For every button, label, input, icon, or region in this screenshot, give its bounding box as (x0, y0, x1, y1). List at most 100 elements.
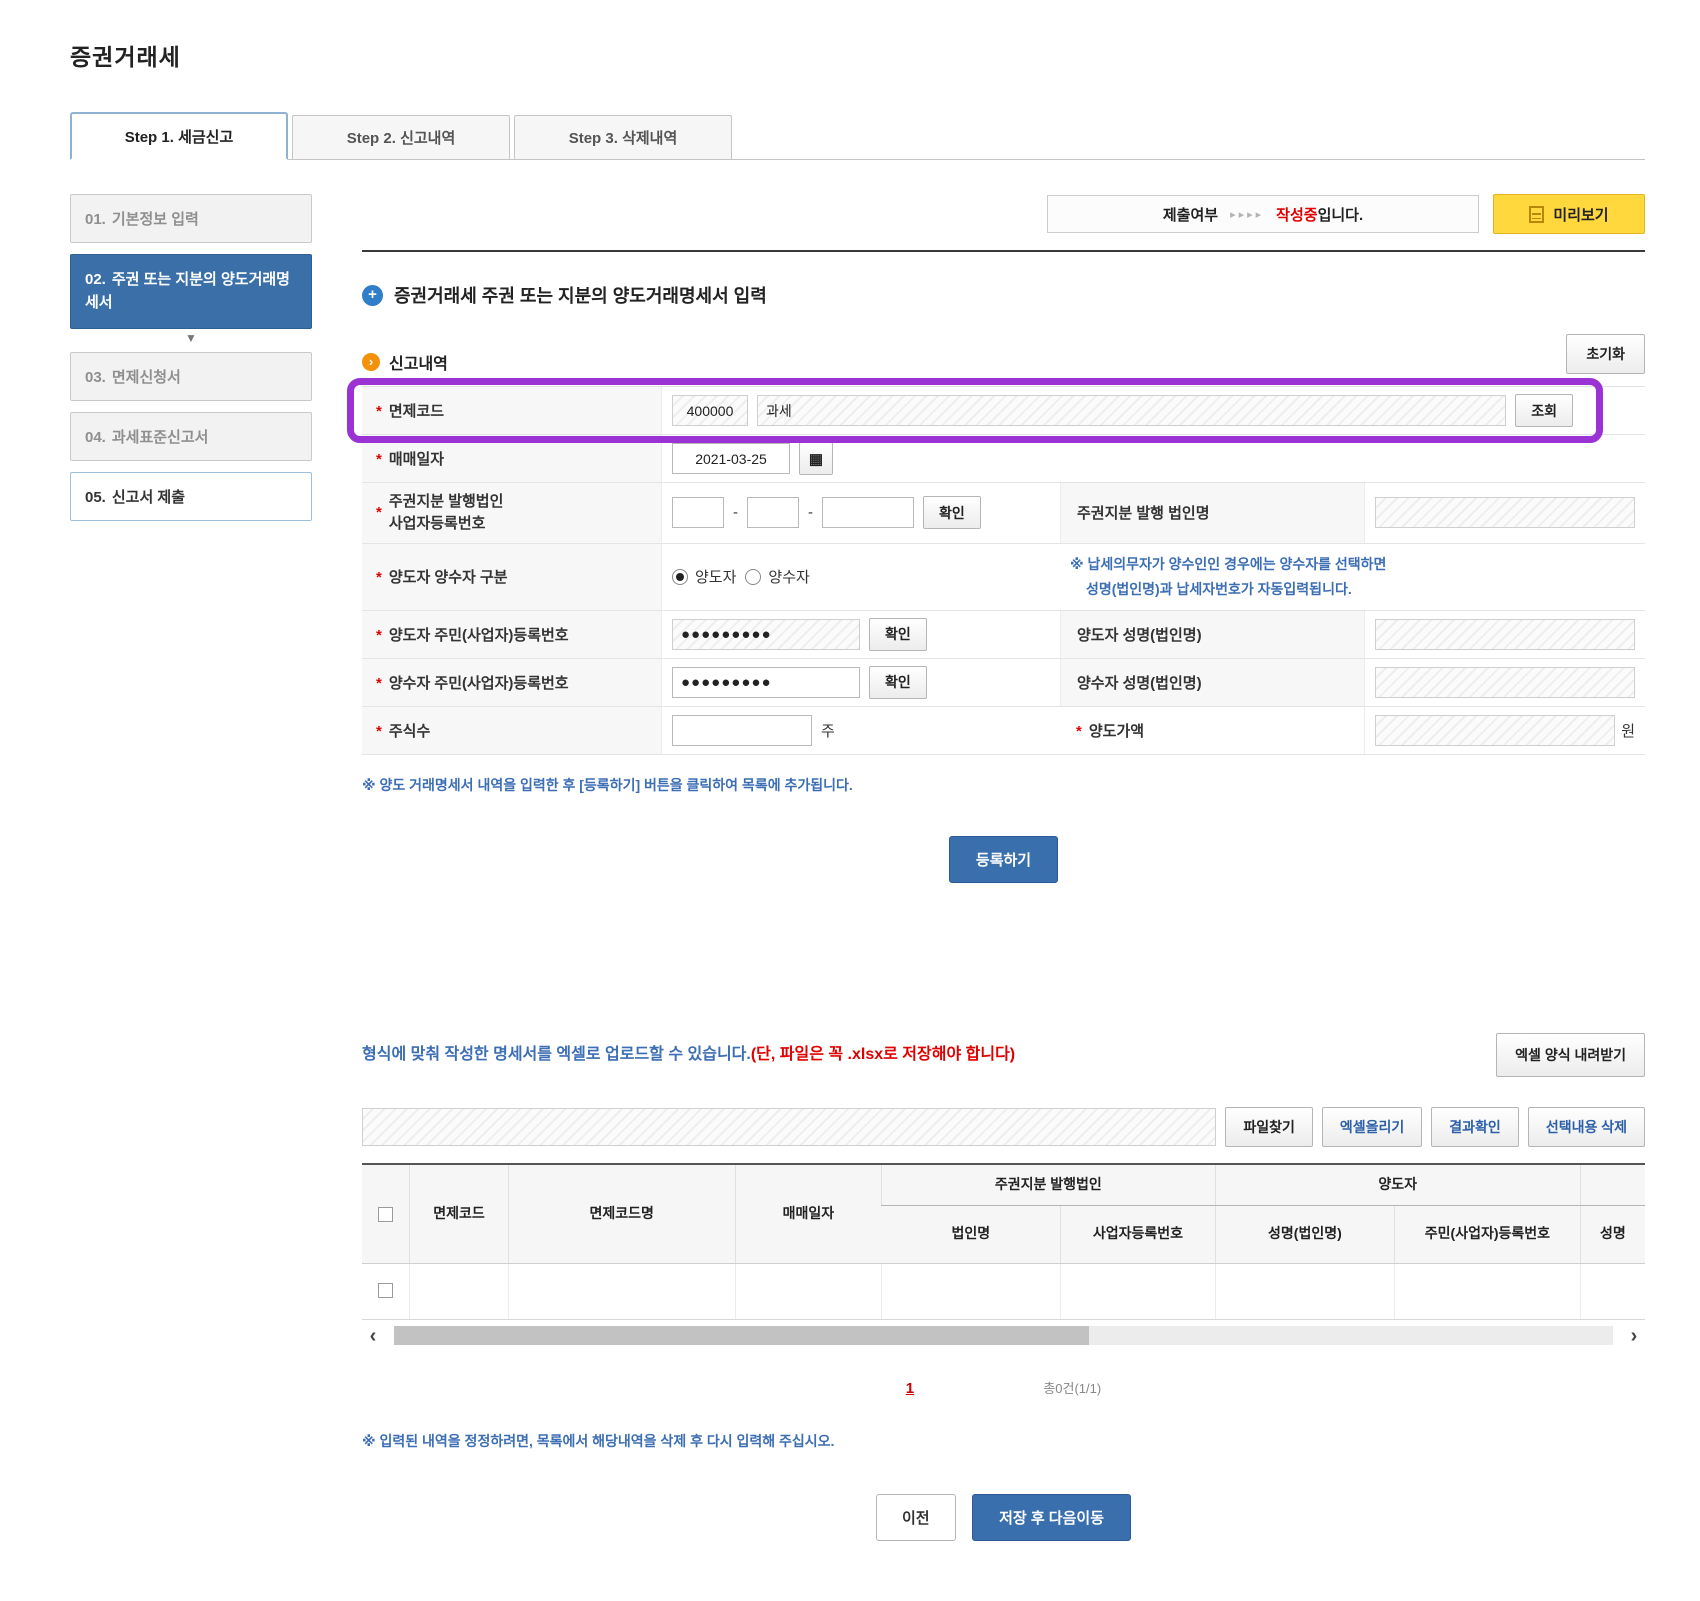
col-bizno: 사업자등록번호 (1061, 1205, 1215, 1263)
chevron-down-icon: ▼ (70, 331, 312, 345)
scroll-right-icon[interactable]: › (1623, 1326, 1645, 1346)
party-type-note: ※ 납세의무자가 양수인인 경우에는 양수자를 선택하면 성명(법인명)과 납세… (1070, 552, 1386, 602)
transfer-price-label: 양도가액 (1076, 720, 1144, 741)
transferee-name-input[interactable] (1375, 667, 1635, 698)
transferor-regno-label: 양도자 주민(사업자)등록번호 (376, 624, 569, 645)
section-title: 증권거래세 주권 또는 지분의 양도거래명세서 입력 (362, 282, 1645, 308)
trade-date-row: 매매일자 ▦ (362, 435, 1645, 483)
trade-date-label: 매매일자 (376, 448, 444, 469)
sidebar-item-label: 주권 또는 지분의 양도거래명세서 (85, 271, 290, 311)
register-note: ※ 양도 거래명세서 내역을 입력한 후 [등록하기] 버튼을 클릭하여 목록에… (362, 773, 1645, 798)
transferor-regno-input[interactable] (672, 619, 860, 650)
file-path-input[interactable] (362, 1108, 1216, 1146)
excel-note: 형식에 맞춰 작성한 명세서를 엑셀로 업로드할 수 있습니다.(단, 파일은 … (362, 1044, 1015, 1066)
col-transferor-regno: 주민(사업자)등록번호 (1395, 1205, 1581, 1263)
transferee-regno-input[interactable] (672, 667, 860, 698)
sidebar-item-exemption[interactable]: 03.면제신청서 (70, 352, 312, 401)
sidebar-item-submit[interactable]: 05.신고서 제출 (70, 472, 312, 521)
radio-selected-icon (672, 569, 688, 585)
pagination: 1 총0건(1/1) (362, 1378, 1645, 1397)
col-name-cutoff: 성명 (1580, 1205, 1645, 1263)
sidebar-item-label: 신고서 제출 (112, 489, 185, 506)
issuer-name-input[interactable] (1375, 497, 1635, 528)
transferee-regno-row: 양수자 주민(사업자)등록번호 확인 양수자 성명(법인명) (362, 659, 1645, 707)
document-icon (1529, 206, 1544, 223)
register-button[interactable]: 등록하기 (949, 836, 1058, 883)
transfer-price-input[interactable] (1375, 715, 1615, 746)
sidebar-item-tax-base[interactable]: 04.과세표준신고서 (70, 412, 312, 461)
statement-table: 면제코드 면제코드명 매매일자 주권지분 발행법인 양도자 법인명 사업자등록번… (362, 1163, 1645, 1320)
arrow-circle-icon (362, 353, 380, 371)
exempt-code-search-button[interactable]: 조회 (1515, 394, 1573, 427)
scroll-left-icon[interactable]: ‹ (362, 1326, 384, 1346)
issuer-bizno-part1-input[interactable] (672, 497, 724, 528)
exempt-code-name-input[interactable] (757, 395, 1506, 426)
tab-step3[interactable]: Step 3. 삭제내역 (514, 115, 732, 159)
sidebar-item-transfer-statement[interactable]: 02.주권 또는 지분의 양도거래명세서 (70, 254, 312, 329)
scrollbar-track[interactable] (394, 1326, 1613, 1345)
submit-status-value: 작성중입니다. (1276, 204, 1363, 225)
reset-button[interactable]: 초기화 (1566, 334, 1645, 374)
submit-status-label: 제출여부 (1163, 204, 1218, 225)
price-unit: 원 (1621, 720, 1635, 741)
sidebar-item-label: 면제신청서 (112, 369, 181, 386)
transferee-regno-label: 양수자 주민(사업자)등록번호 (376, 672, 569, 693)
submit-status-box: 제출여부 ▸▸▸▸ 작성중입니다. (1047, 195, 1479, 233)
scrollbar-thumb[interactable] (394, 1326, 1089, 1345)
issuer-name-label: 주권지분 발행 법인명 (1077, 502, 1210, 523)
excel-template-download-button[interactable]: 엑셀 양식 내려받기 (1496, 1033, 1645, 1077)
excel-upload-button[interactable]: 엑셀올리기 (1322, 1107, 1422, 1147)
page-number[interactable]: 1 (906, 1380, 914, 1397)
exempt-code-row: 면제코드 조회 (362, 387, 1645, 435)
share-count-label: 주식수 (376, 720, 430, 741)
exempt-code-input[interactable] (672, 395, 748, 426)
calendar-icon[interactable]: ▦ (799, 442, 833, 475)
issuer-bizno-part3-input[interactable] (822, 497, 914, 528)
exempt-code-label: 면제코드 (376, 400, 444, 421)
plus-circle-icon (362, 285, 383, 306)
party-type-row: 양도자 양수자 구분 양도자 양수자 ※ 납세의무자가 양수 (362, 544, 1645, 611)
row-checkbox[interactable] (378, 1283, 393, 1298)
transferor-regno-confirm-button[interactable]: 확인 (869, 618, 927, 651)
share-unit: 주 (821, 720, 835, 741)
share-count-input[interactable] (672, 715, 812, 746)
tab-step1[interactable]: Step 1. 세금신고 (70, 112, 288, 160)
save-and-next-button[interactable]: 저장 후 다음이동 (972, 1494, 1131, 1541)
issuer-bizno-row: 주권지분 발행법인 사업자등록번호 - - 확인 주권지분 발행 법인명 (362, 483, 1645, 544)
sidebar-item-label: 과세표준신고서 (112, 429, 209, 446)
step-tabs: Step 1. 세금신고 Step 2. 신고내역 Step 3. 삭제내역 (70, 112, 1645, 160)
tab-step2[interactable]: Step 2. 신고내역 (292, 115, 510, 159)
col-corp-name: 법인명 (881, 1205, 1060, 1263)
col-transferor-name: 성명(법인명) (1215, 1205, 1394, 1263)
transferor-radio[interactable]: 양도자 (672, 566, 736, 587)
trade-date-input[interactable] (672, 443, 790, 474)
transferee-radio[interactable]: 양수자 (745, 566, 809, 587)
file-find-button[interactable]: 파일찾기 (1225, 1107, 1313, 1147)
page: 증권거래세 Step 1. 세금신고 Step 2. 신고내역 Step 3. … (0, 0, 1700, 1601)
previous-button[interactable]: 이전 (876, 1494, 956, 1541)
issuer-bizno-confirm-button[interactable]: 확인 (923, 496, 981, 529)
transferee-regno-confirm-button[interactable]: 확인 (869, 666, 927, 699)
transferor-regno-row: 양도자 주민(사업자)등록번호 확인 양도자 성명(법인명) (362, 611, 1645, 659)
declaration-form: 면제코드 조회 매매일자 ▦ (362, 386, 1645, 755)
transferor-name-label: 양도자 성명(법인명) (1077, 624, 1202, 645)
table-row (362, 1263, 1645, 1319)
issuer-bizno-label (376, 504, 389, 521)
transferor-name-input[interactable] (1375, 619, 1635, 650)
sidebar: 01.기본정보 입력 02.주권 또는 지분의 양도거래명세서 ▼ 03.면제신… (70, 194, 312, 1541)
horizontal-scrollbar: ‹ › (362, 1322, 1645, 1350)
preview-button[interactable]: 미리보기 (1493, 194, 1645, 234)
col-group-cutoff (1580, 1164, 1645, 1205)
col-exempt-code-name: 면제코드명 (508, 1164, 735, 1263)
sidebar-item-basic-info[interactable]: 01.기본정보 입력 (70, 194, 312, 243)
party-type-label: 양도자 양수자 구분 (376, 566, 508, 587)
col-group-transferor: 양도자 (1215, 1164, 1580, 1205)
result-check-button[interactable]: 결과확인 (1431, 1107, 1519, 1147)
select-all-checkbox[interactable] (378, 1207, 393, 1222)
transferee-name-label: 양수자 성명(법인명) (1077, 672, 1202, 693)
col-group-issuer: 주권지분 발행법인 (881, 1164, 1215, 1205)
issuer-bizno-part2-input[interactable] (747, 497, 799, 528)
page-title: 증권거래세 (70, 38, 1645, 72)
delete-selected-button[interactable]: 선택내용 삭제 (1528, 1107, 1645, 1147)
divider (362, 250, 1645, 252)
